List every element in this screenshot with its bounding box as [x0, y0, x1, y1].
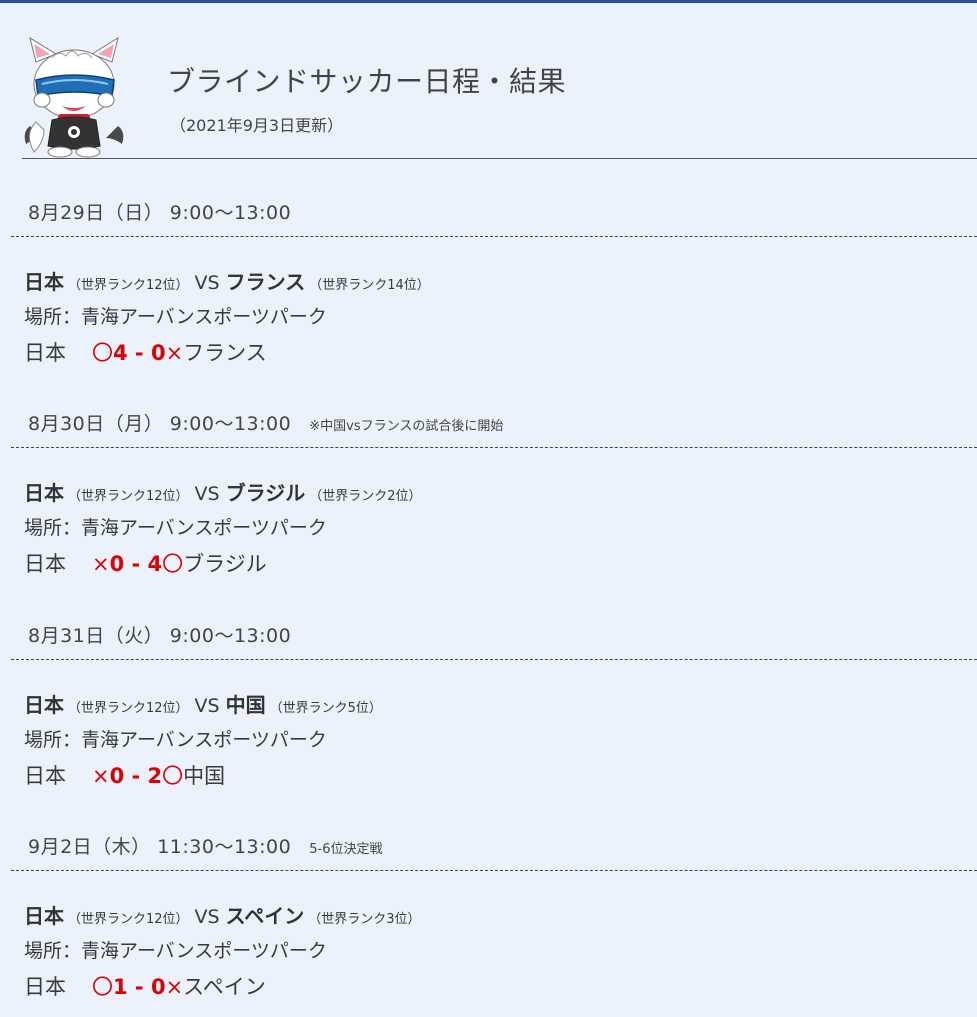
away-result-mark: 〇 [162, 764, 184, 788]
dashed-divider [11, 870, 977, 871]
result-away-team: スペイン [183, 975, 266, 999]
match-result: 日本 ×0 - 4〇ブラジル [24, 548, 267, 578]
result-home-team: 日本 [24, 552, 66, 576]
match-teams: 日本 （世界ランク12位） VS スペイン （世界ランク3位） [24, 900, 427, 929]
vs-label: VS [194, 695, 220, 717]
home-result-mark: 〇 [92, 341, 113, 365]
home-team-rank: （世界ランク12位） [68, 489, 189, 504]
match-venue: 場所：青海アーバンスポーツパーク [24, 940, 327, 962]
match-score: 0 - 2 [109, 764, 163, 788]
result-home-team: 日本 [24, 341, 66, 365]
home-team: 日本 [24, 904, 64, 928]
away-team: ブラジル [225, 481, 306, 505]
match-teams: 日本 （世界ランク12位） VS ブラジル （世界ランク2位） [24, 477, 428, 506]
match-result: 日本 ×0 - 2〇中国 [24, 760, 225, 790]
mascot-cat-with-visor-icon [24, 36, 124, 158]
match-date: 8月31日（火） 9:00～13:00 [28, 621, 309, 648]
home-team-rank: （世界ランク12位） [68, 701, 189, 716]
match-result: 日本 〇4 - 0×フランス [24, 337, 267, 367]
away-team: スペイン [225, 904, 305, 928]
match-date-text: 8月31日（火） 9:00～13:00 [28, 625, 292, 647]
page-title: ブラインドサッカー日程・結果 [167, 65, 567, 98]
match-note: ※中国vsフランスの試合後に開始 [309, 419, 504, 434]
away-result-mark: × [165, 975, 184, 999]
home-team: 日本 [24, 270, 64, 294]
match-score: 1 - 0 [113, 975, 166, 999]
away-result-mark: × [165, 341, 184, 365]
match-date-text: 8月29日（日） 9:00～13:00 [28, 202, 292, 224]
vs-label: VS [194, 272, 220, 294]
match-teams: 日本 （世界ランク12位） VS 中国 （世界ランク5位） [24, 689, 388, 718]
match-venue: 場所：青海アーバンスポーツパーク [24, 729, 327, 751]
home-team-rank: （世界ランク12位） [68, 278, 189, 293]
match-venue: 場所：青海アーバンスポーツパーク [24, 517, 327, 539]
away-team-rank: （世界ランク14位） [309, 278, 430, 293]
away-team-rank: （世界ランク5位） [269, 701, 382, 716]
page-header: ブラインドサッカー日程・結果 （2021年9月3日更新） [22, 34, 977, 159]
away-team-rank: （世界ランク3位） [308, 912, 421, 927]
away-team-rank: （世界ランク2位） [309, 489, 422, 504]
home-team: 日本 [24, 481, 64, 505]
dashed-divider [11, 447, 977, 448]
match-score: 4 - 0 [113, 341, 166, 365]
home-team: 日本 [24, 693, 64, 717]
result-away-team: フランス [183, 341, 267, 365]
away-result-mark: 〇 [162, 552, 184, 576]
home-result-mark: 〇 [92, 975, 113, 999]
result-home-team: 日本 [24, 764, 66, 788]
updated-date: （2021年9月3日更新） [170, 116, 344, 135]
match-score: 0 - 4 [109, 552, 163, 576]
result-home-team: 日本 [24, 975, 66, 999]
match-date-text: 9月2日（木） 11:30～13:00 [28, 836, 292, 858]
result-away-team: ブラジル [183, 552, 267, 576]
match-date: 8月30日（月） 9:00～13:00 ※中国vsフランスの試合後に開始 [28, 409, 503, 436]
home-result-mark: × [92, 552, 110, 576]
vs-label: VS [194, 906, 220, 928]
match-date: 8月29日（日） 9:00～13:00 [28, 198, 309, 225]
match-date-text: 8月30日（月） 9:00～13:00 [28, 413, 292, 435]
dashed-divider [11, 659, 977, 660]
dashed-divider [11, 236, 977, 237]
home-team-rank: （世界ランク12位） [68, 912, 189, 927]
home-result-mark: × [92, 764, 110, 788]
match-note: 5-6位決定戦 [309, 842, 383, 857]
match-result: 日本 〇1 - 0×スペイン [24, 971, 266, 1001]
vs-label: VS [194, 483, 220, 505]
match-date: 9月2日（木） 11:30～13:00 5-6位決定戦 [28, 832, 382, 859]
result-away-team: 中国 [183, 764, 226, 788]
top-accent-bar [0, 0, 977, 3]
match-teams: 日本 （世界ランク12位） VS フランス （世界ランク14位） [24, 266, 436, 295]
away-team: フランス [225, 270, 306, 294]
match-venue: 場所：青海アーバンスポーツパーク [24, 306, 327, 328]
away-team: 中国 [225, 693, 266, 717]
